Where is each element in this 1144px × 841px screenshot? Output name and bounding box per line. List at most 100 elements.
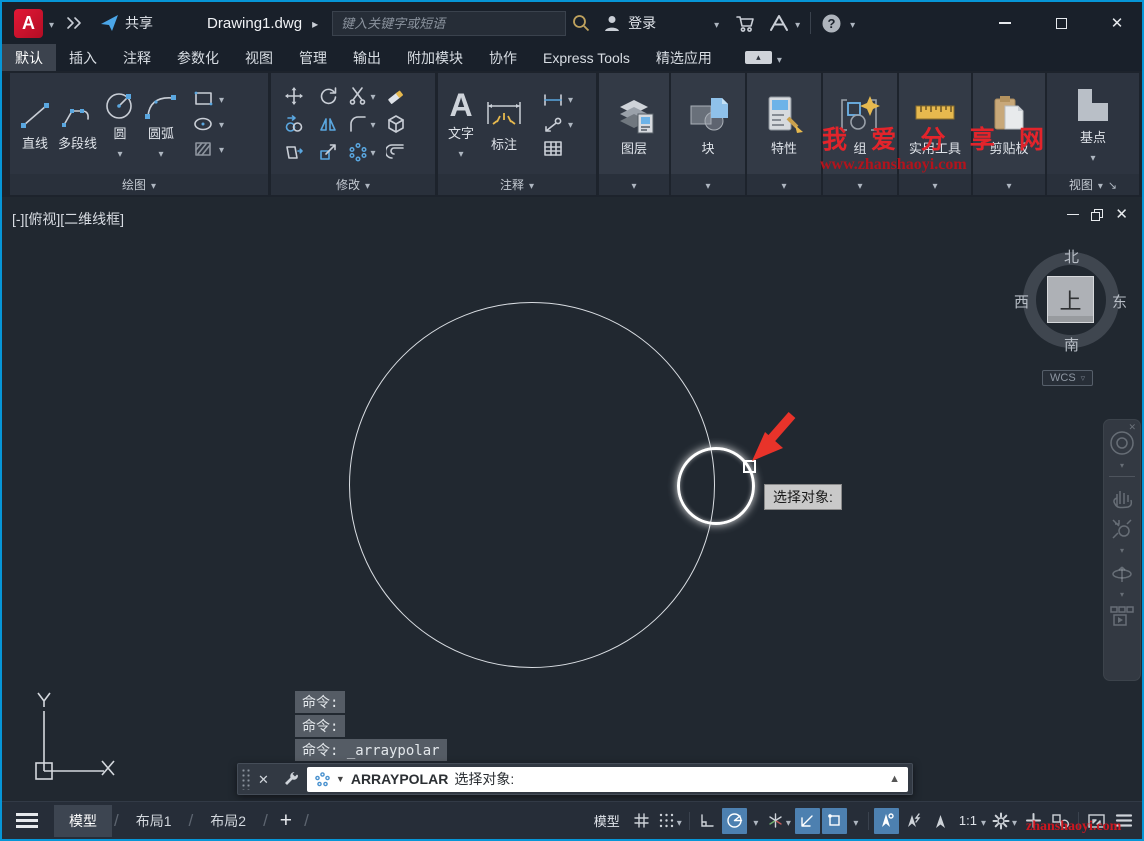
user-icon[interactable]	[602, 13, 622, 33]
login-button[interactable]: 登录	[628, 13, 656, 33]
panel-layers-expand-icon[interactable]	[631, 178, 636, 192]
dimension-button[interactable]: 标注	[484, 94, 524, 153]
table-button[interactable]	[542, 140, 573, 157]
command-icon-dropdown[interactable]: ▼	[336, 774, 345, 784]
navigation-bar[interactable]: ✕ ▾ ▾ ▾	[1103, 419, 1141, 681]
autodesk-dropdown-icon[interactable]	[795, 15, 800, 31]
navwheel-icon[interactable]	[1109, 430, 1135, 456]
layers-button[interactable]: 图层	[612, 90, 656, 157]
panel-layers-title[interactable]	[599, 174, 669, 195]
panel-clipboard-title[interactable]	[973, 174, 1045, 195]
panel-groups-title[interactable]	[823, 174, 897, 195]
polar-dropdown-icon[interactable]	[753, 813, 758, 829]
navwheel-dropdown-icon[interactable]: ▾	[1120, 464, 1124, 468]
command-expand-up-icon[interactable]: ▲	[889, 773, 900, 785]
viewport-close-icon[interactable]: ✕	[1115, 207, 1128, 222]
pan-hand-icon[interactable]	[1110, 485, 1134, 509]
panel-block-expand-icon[interactable]	[705, 178, 710, 192]
viewport-minimize-icon[interactable]	[1067, 214, 1079, 216]
trim-dropdown-icon[interactable]	[370, 87, 375, 105]
showmotion-icon[interactable]	[1109, 605, 1135, 627]
window-maximize-button[interactable]	[1046, 9, 1076, 37]
object-snap-tracking-toggle[interactable]	[795, 808, 820, 834]
ortho-mode-toggle[interactable]	[695, 808, 720, 834]
qat-expand-icon[interactable]	[66, 16, 84, 30]
command-input-field[interactable]: ▼ ARRAYPOLAR 选择对象: ▲	[307, 767, 908, 792]
trim-button[interactable]	[348, 86, 375, 106]
annotation-scale-button[interactable]: 1:1	[955, 808, 988, 834]
scale-dropdown-icon[interactable]	[981, 813, 986, 829]
arc-dropdown-icon[interactable]	[159, 144, 164, 162]
isodraft-dropdown-icon[interactable]	[786, 813, 791, 829]
offset-button[interactable]	[386, 142, 406, 162]
tab-manage[interactable]: 管理	[286, 44, 340, 71]
panel-clipboard-expand-icon[interactable]	[1006, 178, 1011, 192]
help-dropdown-icon[interactable]	[850, 15, 855, 31]
annotation-visibility-toggle[interactable]	[874, 808, 899, 834]
store-cart-icon[interactable]	[735, 14, 755, 33]
mirror-button[interactable]	[318, 114, 338, 134]
tab-annotate[interactable]: 注释	[110, 44, 164, 71]
array-button[interactable]	[348, 142, 375, 162]
panel-modify-title[interactable]: 修改	[271, 174, 435, 195]
linear-dim-button[interactable]	[542, 90, 573, 108]
login-dropdown-icon[interactable]	[714, 15, 719, 31]
command-bar-grip[interactable]	[241, 768, 251, 790]
autodesk-logo-icon[interactable]	[769, 14, 789, 32]
scale-button[interactable]	[318, 142, 338, 162]
navbar-close-icon[interactable]: ✕	[1128, 422, 1136, 433]
panel-groups-expand-icon[interactable]	[857, 178, 862, 192]
panel-properties-expand-icon[interactable]	[781, 178, 786, 192]
orbit-icon[interactable]	[1110, 561, 1134, 585]
leader-button[interactable]	[542, 115, 573, 133]
ribbon-collapse-icon[interactable]	[745, 51, 772, 64]
panel-view-launcher-icon[interactable]	[1108, 178, 1117, 192]
help-icon[interactable]: ?	[821, 13, 842, 34]
orbit-dropdown-icon[interactable]: ▾	[1120, 593, 1124, 597]
panel-annotation-title[interactable]: 注释	[438, 174, 596, 195]
isometric-drafting-toggle[interactable]	[765, 808, 793, 834]
window-close-button[interactable]: ✕	[1102, 9, 1132, 37]
panel-properties-title[interactable]	[747, 174, 821, 195]
text-button[interactable]: 文字	[448, 85, 474, 162]
layout-tab-layout1[interactable]: 布局1	[121, 805, 187, 837]
window-minimize-button[interactable]	[990, 9, 1020, 37]
panel-draw-expand-icon[interactable]	[151, 178, 156, 192]
tab-output[interactable]: 输出	[340, 44, 394, 71]
osnap-dropdown-icon[interactable]	[853, 813, 858, 829]
object-snap-toggle[interactable]	[822, 808, 847, 834]
search-input[interactable]	[332, 11, 566, 36]
app-logo-button[interactable]: A	[14, 9, 43, 38]
line-button[interactable]: 直线	[18, 95, 52, 152]
polyline-button[interactable]: 多段线	[58, 95, 97, 152]
new-layout-button[interactable]: +	[270, 810, 302, 831]
basepoint-dropdown-icon[interactable]	[1090, 148, 1095, 166]
zoom-dropdown-icon[interactable]: ▾	[1120, 549, 1124, 553]
text-dropdown-icon[interactable]	[458, 144, 463, 162]
polar-tracking-toggle[interactable]	[722, 808, 747, 834]
viewcube-east[interactable]: 东	[1112, 291, 1127, 312]
drawing-canvas[interactable]: [-][俯视][二维线框] ✕ 选择对象: 北 西 东 南 上 WCS ✕ ▾	[2, 197, 1142, 801]
circle-dropdown-icon[interactable]	[118, 144, 123, 162]
panel-view-expand-icon[interactable]	[1098, 178, 1103, 192]
panel-utilities-title[interactable]	[899, 174, 971, 195]
ribbon-collapse-button[interactable]	[745, 44, 782, 71]
panel-utilities-expand-icon[interactable]	[932, 178, 937, 192]
fillet-dropdown-icon[interactable]	[370, 115, 375, 133]
ellipse-button[interactable]	[193, 115, 224, 133]
share-button[interactable]: 共享	[125, 13, 153, 33]
viewcube-north[interactable]: 北	[1064, 246, 1079, 267]
hatch-button[interactable]	[193, 140, 224, 158]
search-icon[interactable]	[572, 14, 590, 32]
tab-parametric[interactable]: 参数化	[164, 44, 232, 71]
tab-insert[interactable]: 插入	[56, 44, 110, 71]
block-button[interactable]: 块	[685, 90, 731, 157]
osnap-dropdown[interactable]	[849, 808, 863, 834]
rotate-button[interactable]	[318, 86, 338, 106]
fillet-button[interactable]	[348, 114, 375, 134]
ellipse-dropdown-icon[interactable]	[219, 115, 224, 133]
wcs-dropdown[interactable]: WCS	[1042, 370, 1093, 386]
viewport-restore-icon[interactable]	[1091, 209, 1103, 221]
polar-dropdown[interactable]	[749, 808, 763, 834]
viewcube-west[interactable]: 西	[1014, 291, 1029, 312]
